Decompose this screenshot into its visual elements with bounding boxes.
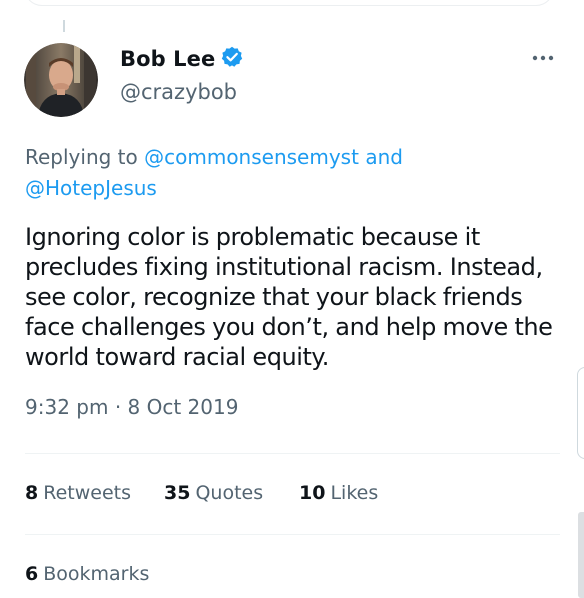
bookmarks-stat[interactable]: 6 Bookmarks	[25, 563, 149, 585]
tweet-date[interactable]: 8 Oct 2019	[128, 395, 239, 419]
avatar-photo	[24, 43, 98, 117]
retweets-stat[interactable]: 8 Retweets	[25, 482, 164, 504]
timestamp-separator: ·	[114, 395, 122, 419]
replying-to: Replying to @commonsensemyst and @HotepJ…	[25, 142, 545, 204]
replying-to-prefix: Replying to	[25, 145, 138, 169]
quotes-stat[interactable]: 35 Quotes	[164, 482, 299, 504]
quotes-count: 35	[164, 482, 191, 504]
likes-label: Likes	[330, 482, 379, 504]
verified-badge-icon	[221, 46, 243, 72]
mention-link-commonsensemyst[interactable]: @commonsensemyst	[144, 145, 359, 169]
retweets-label: Retweets	[43, 482, 131, 504]
avatar[interactable]	[24, 43, 98, 117]
divider	[25, 534, 560, 535]
likes-count: 10	[299, 482, 326, 504]
author-handle[interactable]: @crazybob	[120, 80, 237, 104]
tweet-time[interactable]: 9:32 pm	[25, 395, 108, 419]
likes-stat[interactable]: 10 Likes	[299, 482, 378, 504]
previous-tweet-card[interactable]	[24, 0, 554, 6]
tweet-text: Ignoring color is problematic because it…	[25, 223, 553, 371]
divider	[25, 453, 560, 454]
retweets-count: 8	[25, 482, 39, 504]
bookmarks-count: 6	[25, 563, 39, 585]
author-name-row[interactable]: Bob Lee	[120, 46, 243, 72]
more-options-button[interactable]	[528, 48, 558, 68]
author-display-name[interactable]: Bob Lee	[120, 47, 215, 71]
engagement-stats: 8 Retweets 35 Quotes 10 Likes	[25, 482, 378, 504]
more-horizontal-icon	[532, 55, 554, 61]
quotes-label: Quotes	[195, 482, 264, 504]
tweet-timestamp[interactable]: 9:32 pm · 8 Oct 2019	[25, 395, 238, 419]
thread-connector-line	[63, 20, 65, 32]
mention-link-hotepjesus[interactable]: @HotepJesus	[25, 176, 157, 200]
side-panel-edge	[577, 367, 584, 459]
replying-to-conjunction: and	[365, 145, 403, 169]
bookmarks-label: Bookmarks	[43, 563, 150, 585]
scrollbar-thumb[interactable]	[578, 512, 584, 598]
